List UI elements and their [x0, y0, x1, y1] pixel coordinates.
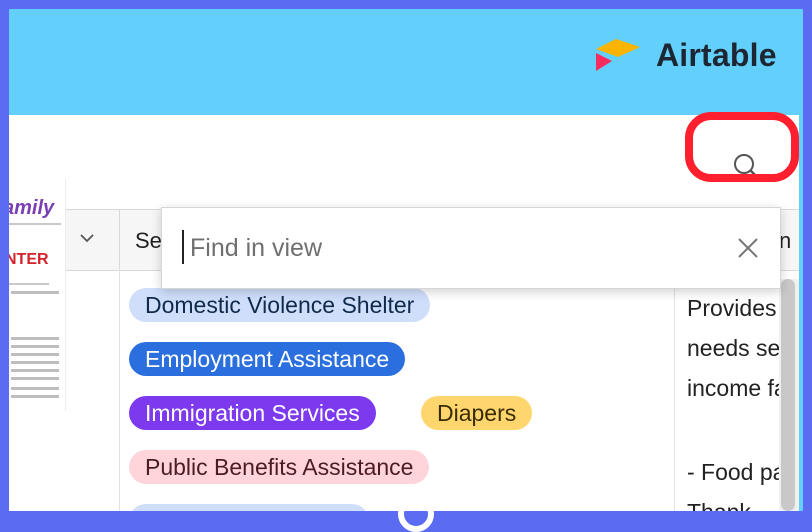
thumbnail-text-line [11, 345, 59, 348]
thumbnail-text-line [11, 361, 59, 364]
close-icon[interactable] [736, 236, 760, 260]
thumbnail-text-line [11, 387, 59, 390]
tag-partial [129, 504, 369, 511]
thumbnail-text-line [11, 337, 59, 340]
description-line: - Food pa [687, 459, 786, 485]
tag-domestic-violence-shelter: Domestic Violence Shelter [129, 288, 431, 322]
brand-name: Airtable [656, 37, 777, 73]
column-divider [119, 269, 120, 511]
tag-employment-assistance: Employment Assistance [129, 342, 406, 376]
find-in-view-input[interactable] [188, 228, 712, 268]
attachment-thumbnail[interactable]: amily NTER [9, 179, 66, 411]
thumbnail-text-line [11, 353, 59, 356]
find-in-view-popup [161, 207, 781, 289]
column-divider [119, 210, 120, 270]
thumbnail-title: amily [9, 197, 55, 219]
vertical-scrollbar-thumb[interactable] [781, 279, 795, 511]
cursor-ring-icon [398, 496, 434, 532]
description-line: needs ser [687, 335, 789, 361]
chevron-down-icon[interactable] [79, 230, 95, 246]
tag-diapers: Diapers [421, 396, 533, 430]
thumbnail-text-line [11, 369, 59, 372]
text-caret [182, 230, 184, 264]
description-line: income fa [687, 375, 787, 401]
thumbnail-divider [9, 283, 49, 285]
airtable-logo-icon [596, 39, 640, 71]
thumbnail-text-line [11, 395, 59, 398]
search-button-highlight [685, 112, 799, 182]
column-divider [674, 269, 675, 511]
app-window: Airtable Se n amily NTER [9, 9, 803, 511]
description-line: Thank [687, 499, 751, 511]
thumbnail-divider [9, 223, 61, 225]
thumbnail-heading: NTER [9, 251, 49, 268]
tag-immigration-services: Immigration Services [129, 396, 376, 430]
thumbnail-text-line [11, 291, 59, 294]
column-header-services[interactable]: Se [135, 228, 162, 254]
tag-public-benefits-assistance: Public Benefits Assistance [129, 450, 430, 484]
thumbnail-text-line [11, 377, 59, 380]
